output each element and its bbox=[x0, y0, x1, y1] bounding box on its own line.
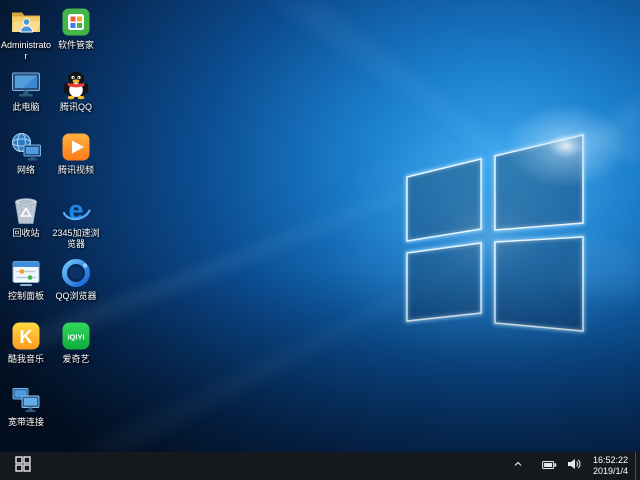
control-panel-icon bbox=[10, 257, 42, 289]
desktop-icon-label: Administrator bbox=[0, 40, 52, 62]
volume-icon bbox=[567, 457, 582, 476]
desktop-icon-recycle-bin[interactable]: 回收站 bbox=[0, 194, 52, 239]
desktop-icon-label: 软件管家 bbox=[57, 40, 94, 50]
broadband-connection-icon bbox=[10, 383, 42, 415]
desktop-icon-label: 回收站 bbox=[12, 228, 40, 238]
recycle-bin-icon bbox=[10, 194, 42, 226]
desktop-icon-label: QQ浏览器 bbox=[55, 291, 97, 301]
svg-text:iQIYI: iQIYI bbox=[67, 333, 84, 342]
desktop-icon-network[interactable]: 网络 bbox=[0, 131, 52, 176]
show-desktop-button[interactable] bbox=[635, 452, 640, 480]
clock-time: 16:52:22 bbox=[592, 454, 628, 465]
desktop-icon-label: 腾讯视频 bbox=[57, 165, 94, 175]
desktop-icon-2345-browser[interactable]: e 2345加速浏览器 bbox=[50, 194, 102, 251]
tray-battery-button[interactable] bbox=[537, 452, 562, 480]
battery-icon bbox=[542, 457, 557, 475]
kuwo-music-icon: K bbox=[10, 320, 42, 352]
windows-logo-icon bbox=[15, 455, 31, 477]
desktop[interactable]: Administrator 此电脑 网络 回收站 控制面板 K 酷我音乐 宽带连… bbox=[0, 0, 640, 452]
desktop-icon-label: 网络 bbox=[16, 165, 35, 175]
desktop-icon-label: 爱奇艺 bbox=[62, 354, 90, 364]
desktop-icon-this-pc[interactable]: 此电脑 bbox=[0, 68, 52, 113]
desktop-icon-qq-browser[interactable]: QQ浏览器 bbox=[50, 257, 102, 302]
desktop-icon-tencent-qq[interactable]: 腾讯QQ bbox=[50, 68, 102, 113]
iqiyi-icon: iQIYI bbox=[60, 320, 92, 352]
system-tray: 16:52:22 2019/1/4 bbox=[507, 452, 640, 480]
clock-date: 2019/1/4 bbox=[592, 466, 628, 476]
software-manager-icon bbox=[60, 6, 92, 38]
desktop-icon-label: 2345加速浏览器 bbox=[52, 228, 100, 250]
desktop-icon-administrator[interactable]: Administrator bbox=[0, 6, 52, 63]
desktop-icon-label: 腾讯QQ bbox=[59, 102, 92, 112]
desktop-icon-label: 酷我音乐 bbox=[7, 354, 44, 364]
desktop-icon-software-manager[interactable]: 软件管家 bbox=[50, 6, 102, 51]
desktop-icon-label: 宽带连接 bbox=[7, 417, 44, 427]
network-globe-icon bbox=[10, 131, 42, 163]
qq-browser-ring-icon bbox=[60, 257, 92, 289]
desktop-icon-tencent-video[interactable]: 腾讯视频 bbox=[50, 131, 102, 176]
desktop-icon-broadband[interactable]: 宽带连接 bbox=[0, 383, 52, 428]
svg-text:e: e bbox=[68, 195, 83, 225]
this-pc-monitor-icon bbox=[10, 68, 42, 100]
administrator-user-folder-icon bbox=[10, 6, 42, 38]
desktop-icon-label: 控制面板 bbox=[7, 291, 44, 301]
tray-volume-button[interactable] bbox=[562, 452, 587, 480]
2345-browser-e-icon: e bbox=[60, 194, 92, 226]
desktop-icon-kuwo-music[interactable]: K 酷我音乐 bbox=[0, 320, 52, 365]
taskbar-clock[interactable]: 16:52:22 2019/1/4 bbox=[587, 452, 635, 480]
tencent-video-icon bbox=[60, 131, 92, 163]
chevron-up-icon bbox=[512, 457, 524, 475]
qq-penguin-icon bbox=[60, 68, 92, 100]
svg-text:K: K bbox=[20, 327, 33, 347]
start-button[interactable] bbox=[0, 452, 46, 480]
taskbar: 16:52:22 2019/1/4 bbox=[0, 452, 640, 480]
desktop-icon-label: 此电脑 bbox=[12, 102, 40, 112]
desktop-icon-iqiyi[interactable]: iQIYI 爱奇艺 bbox=[50, 320, 102, 365]
tray-overflow-button[interactable] bbox=[507, 452, 529, 480]
desktop-icon-control-panel[interactable]: 控制面板 bbox=[0, 257, 52, 302]
